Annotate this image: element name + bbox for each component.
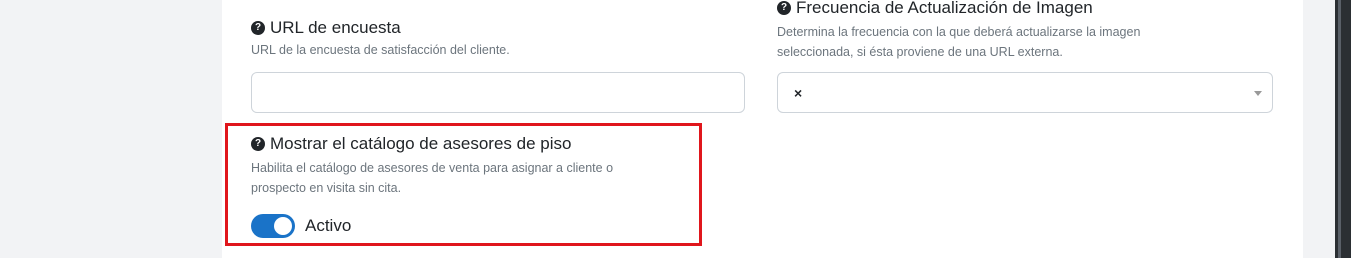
url-survey-label: URL de encuesta — [270, 18, 401, 37]
floor-advisors-toggle-row: Activo — [251, 214, 351, 238]
image-refresh-field: ? Frecuencia de Actualización de Imagen … — [777, 0, 1140, 62]
url-survey-field: ? URL de encuesta URL de la encuesta de … — [251, 18, 510, 60]
image-refresh-select[interactable]: × — [777, 72, 1273, 113]
image-refresh-label: Frecuencia de Actualización de Imagen — [796, 0, 1093, 17]
clear-selection-icon[interactable]: × — [794, 85, 802, 101]
question-circle-icon[interactable]: ? — [251, 21, 265, 35]
floor-advisors-toggle[interactable] — [251, 214, 295, 238]
toggle-label: Activo — [305, 216, 352, 235]
url-survey-input[interactable] — [251, 72, 745, 113]
floor-advisors-label-row: ? Mostrar el catálogo de asesores de pis… — [251, 134, 613, 154]
scrollbar-track — [1338, 0, 1341, 258]
toggle-knob — [274, 217, 292, 235]
image-refresh-description-2: seleccionada, si ésta proviene de una UR… — [777, 45, 1063, 59]
url-survey-description: URL de la encuesta de satisfacción del c… — [251, 43, 510, 57]
floor-advisors-description-1: Habilita el catálogo de asesores de vent… — [251, 161, 614, 175]
question-circle-icon[interactable]: ? — [251, 137, 265, 151]
chevron-down-icon[interactable] — [1254, 91, 1262, 96]
floor-advisors-label: Mostrar el catálogo de asesores de piso — [270, 134, 572, 153]
image-refresh-description-1: Determina la frecuencia con la que deber… — [777, 25, 1141, 39]
question-circle-icon[interactable]: ? — [777, 1, 791, 15]
url-survey-label-row: ? URL de encuesta — [251, 18, 510, 38]
image-refresh-label-row: ? Frecuencia de Actualización de Imagen — [777, 0, 1140, 18]
floor-advisors-field: ? Mostrar el catálogo de asesores de pis… — [251, 134, 613, 198]
floor-advisors-description-2: prospecto en visita sin cita. — [251, 181, 402, 195]
right-scrollbar[interactable] — [1335, 0, 1351, 258]
